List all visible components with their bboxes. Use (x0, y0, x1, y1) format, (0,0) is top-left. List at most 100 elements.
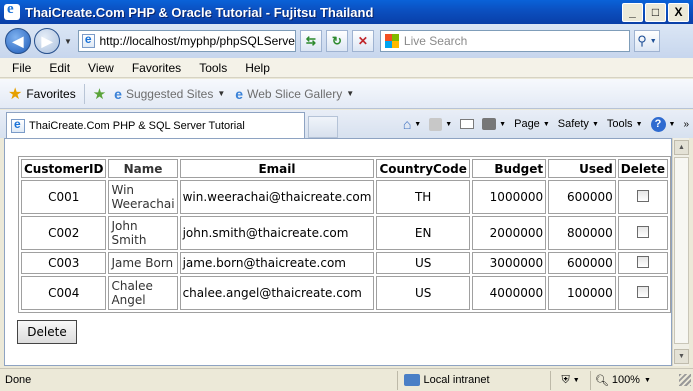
home-button[interactable]: ⌂ ▼ (403, 116, 421, 132)
cell-used: 600000 (548, 180, 616, 214)
page-menu[interactable]: Page ▼ (514, 118, 550, 130)
scroll-thumb[interactable] (674, 157, 689, 344)
menu-tools[interactable]: Tools (199, 61, 227, 75)
address-input[interactable]: http://localhost/myphp/phpSQLServe (77, 30, 296, 52)
tab-title: ThaiCreate.Com PHP & SQL Server Tutorial (29, 119, 245, 132)
header-delete: Delete (617, 159, 668, 178)
forward-button[interactable]: ▶ (34, 28, 60, 54)
cell-delete (617, 216, 668, 250)
header-email: Email (179, 159, 375, 178)
zoom-button[interactable]: 🔍︎ 100% ▼ (589, 370, 679, 390)
delete-button[interactable]: Delete (17, 320, 77, 344)
customer-table: CustomerID Name Email CountryCode Budget… (18, 156, 671, 313)
help-button[interactable]: ? ▼ (650, 116, 675, 132)
scroll-down-icon[interactable]: ▼ (674, 349, 689, 364)
cell-countrycode: EN (376, 216, 470, 250)
cell-budget: 3000000 (471, 252, 547, 274)
magnifier-icon: ⚲ (637, 33, 647, 48)
ie-logo-icon (4, 1, 20, 20)
command-bar: ⌂ ▼ ▼ ▼ Page ▼ Safety ▼ Tools ▼ ? ▼ » (399, 110, 689, 138)
favorites-button[interactable]: ★ Favorites (8, 84, 76, 104)
menu-file[interactable]: File (12, 61, 31, 75)
search-button[interactable]: ⚲ ▼ (633, 30, 660, 52)
stop-button[interactable]: ✕ (351, 30, 374, 52)
search-input[interactable]: Live Search (379, 30, 630, 52)
ie-page-icon: e (235, 85, 244, 102)
protected-mode-button[interactable]: ⛨ ▼ (550, 370, 590, 390)
cell-used: 600000 (548, 252, 616, 274)
print-button[interactable]: ▼ (482, 118, 506, 130)
header-customerid: CustomerID (21, 159, 107, 178)
cell-countrycode: TH (376, 180, 470, 214)
history-dropdown-icon[interactable]: ▼ (64, 37, 72, 46)
maximize-button[interactable]: □ (645, 2, 666, 22)
safety-menu[interactable]: Safety ▼ (558, 118, 599, 130)
cell-customerid: C001 (21, 180, 107, 214)
menu-favorites[interactable]: Favorites (132, 61, 181, 75)
delete-checkbox[interactable] (636, 285, 649, 298)
cell-email: jame.born@thaicreate.com (179, 252, 375, 274)
cell-customerid: C004 (21, 276, 107, 310)
intranet-icon (403, 374, 420, 386)
status-text: Done (5, 374, 32, 386)
cell-customerid: C002 (21, 216, 107, 250)
close-button[interactable]: X (668, 2, 689, 22)
back-button[interactable]: ◀ (5, 28, 31, 54)
chevron-down-icon: ▼ (346, 89, 355, 98)
menu-view[interactable]: View (88, 61, 114, 75)
home-icon: ⌂ (402, 116, 412, 132)
compatibility-view-button[interactable]: ⇆ (299, 30, 322, 52)
suggested-sites-label: Suggested Sites (125, 86, 214, 101)
tools-menu[interactable]: Tools ▼ (607, 118, 643, 130)
header-budget: Budget (471, 159, 547, 178)
tab-bar: ThaiCreate.Com PHP & SQL Server Tutorial… (0, 110, 693, 138)
address-toolbar: ◀ ▶ ▼ http://localhost/myphp/phpSQLServe… (0, 24, 693, 58)
minimize-button[interactable]: _ (622, 2, 643, 22)
cell-used: 800000 (548, 216, 616, 250)
read-mail-button[interactable] (460, 119, 475, 129)
table-row: C004 Chalee Angel chalee.angel@thaicreat… (21, 276, 668, 310)
cell-name: Jame Born (108, 252, 178, 274)
header-countrycode: CountryCode (376, 159, 470, 178)
add-to-favorites-icon[interactable]: ★ (93, 85, 106, 103)
web-slice-gallery-link[interactable]: e Web Slice Gallery ▼ (235, 86, 354, 102)
back-arrow-icon: ◀ (12, 32, 24, 49)
chevron-more-icon[interactable]: » (683, 119, 689, 130)
delete-checkbox[interactable] (636, 189, 649, 202)
page-icon (11, 117, 25, 133)
resize-grip-icon[interactable] (679, 374, 691, 386)
cell-countrycode: US (376, 276, 470, 310)
cell-used: 100000 (548, 276, 616, 310)
cell-budget: 1000000 (471, 180, 547, 214)
menu-edit[interactable]: Edit (49, 61, 70, 75)
favorites-bar: ★ Favorites ★ e Suggested Sites ▼ e Web … (0, 79, 693, 109)
chevron-down-icon: ▼ (217, 89, 226, 98)
delete-checkbox[interactable] (636, 255, 649, 268)
status-bar: Done Local intranet ⛨ ▼ 🔍︎ 100% ▼ (0, 368, 693, 391)
scroll-up-icon[interactable]: ▲ (674, 140, 689, 155)
new-tab-button[interactable] (308, 116, 338, 138)
feeds-button[interactable]: ▼ (429, 117, 452, 131)
cell-email: win.weerachai@thaicreate.com (179, 180, 375, 214)
cell-countrycode: US (376, 252, 470, 274)
address-url: http://localhost/myphp/phpSQLServe (99, 34, 295, 48)
refresh-button[interactable]: ↻ (325, 30, 348, 52)
cell-name: Win Weerachai (108, 180, 178, 214)
zoom-level: 100% (611, 374, 640, 386)
security-zone[interactable]: Local intranet (396, 370, 551, 390)
cell-delete (617, 276, 668, 310)
delete-checkbox[interactable] (636, 225, 649, 238)
suggested-sites-link[interactable]: e Suggested Sites ▼ (114, 86, 225, 102)
tab-active[interactable]: ThaiCreate.Com PHP & SQL Server Tutorial (6, 112, 305, 138)
menu-help[interactable]: Help (245, 61, 270, 75)
vertical-scrollbar[interactable]: ▲ ▼ (672, 138, 689, 366)
favorites-label: Favorites (26, 86, 76, 101)
search-placeholder: Live Search (403, 34, 468, 48)
divider (83, 83, 85, 104)
table-row: C001 Win Weerachai win.weerachai@thaicre… (21, 180, 668, 214)
web-slice-gallery-label: Web Slice Gallery (247, 86, 343, 101)
table-row: C002 John Smith john.smith@thaicreate.co… (21, 216, 668, 250)
header-used: Used (548, 159, 616, 178)
printer-icon (482, 118, 497, 130)
page-icon (81, 32, 96, 48)
